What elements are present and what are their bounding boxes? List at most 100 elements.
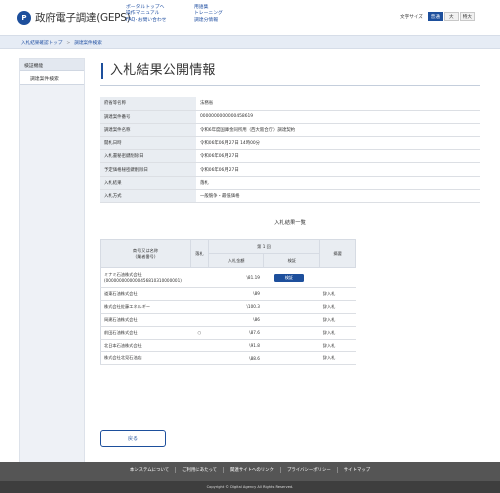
top-nav-col1: ポータルトップへ 操作マニュアル FAQ･お問い合わせ bbox=[126, 5, 166, 24]
info-value: 一般競争・最低価格 bbox=[196, 189, 480, 204]
nav-faq[interactable]: FAQ･お問い合わせ bbox=[126, 18, 166, 24]
result-company: 前田石油株式会社 bbox=[100, 326, 191, 340]
info-value: 令和06年06月27日 bbox=[196, 162, 480, 177]
info-row: 予定価格秘密鍵削除日 令和06年06月27日 bbox=[100, 162, 480, 177]
info-value: 令和06年06月27日 14時00分 bbox=[196, 136, 480, 151]
result-company-number: (0000000000000456810310000001) bbox=[104, 278, 182, 283]
result-won-mark bbox=[190, 339, 209, 353]
result-note bbox=[319, 267, 356, 288]
col-note-header: 摘要 bbox=[319, 239, 356, 268]
info-label: 入札書秘密鍵削除日 bbox=[100, 149, 196, 164]
info-row: 入札方式 一般競争・最低価格 bbox=[100, 189, 480, 204]
result-note: 辞入札 bbox=[319, 287, 356, 301]
result-company: 株式会社北見石油店 bbox=[100, 351, 191, 366]
info-label: 入札方式 bbox=[100, 189, 196, 204]
site-title: 政府電子調達(GEPS) bbox=[35, 12, 131, 24]
info-row: 調達案件名称 令和6年度国庫金同所用（西大阪合庁）調達契約 bbox=[100, 123, 480, 138]
col-amount-header: 入札金額 bbox=[207, 253, 265, 268]
result-row: 道東石油株式会社 \89 辞入札 bbox=[100, 287, 356, 301]
result-note: 辞入札 bbox=[319, 313, 356, 327]
info-label: 開札日時 bbox=[100, 136, 196, 151]
result-note: 辞入札 bbox=[319, 339, 356, 353]
font-size-xlarge-button[interactable]: 特大 bbox=[459, 12, 475, 21]
footer-link-sitemap[interactable]: サイトマップ bbox=[336, 467, 376, 473]
info-value: 落札 bbox=[196, 176, 480, 190]
breadcrumb-top-link[interactable]: 入札結果確認トップ bbox=[21, 40, 62, 46]
info-row: 開札日時 令和06年06月27日 14時00分 bbox=[100, 136, 480, 151]
result-won-mark: ○ bbox=[190, 326, 209, 340]
sidebar: 検証機能 調達案件検索 bbox=[19, 58, 85, 468]
footer-link-about[interactable]: 本システムについて bbox=[124, 467, 175, 473]
result-company-name: 道東石油株式会社 bbox=[104, 290, 138, 296]
result-amount: \87.6 bbox=[208, 326, 264, 340]
nav-training[interactable]: トレーニング bbox=[194, 11, 223, 17]
col-won-header: 落札 bbox=[189, 239, 209, 268]
result-verify-cell bbox=[263, 313, 320, 327]
info-row: 入札書秘密鍵削除日 令和06年06月27日 bbox=[100, 149, 480, 164]
breadcrumb-separator: > bbox=[66, 40, 71, 46]
site-header: P 政府電子調達(GEPS) ポータルトップへ 操作マニュアル FAQ･お問い合… bbox=[0, 0, 500, 35]
result-verify-cell bbox=[263, 300, 320, 314]
nav-procurement-info[interactable]: 調達分情報 bbox=[194, 18, 223, 24]
result-won-mark bbox=[190, 351, 209, 366]
result-company: 株式会社佐藤エネルギー bbox=[100, 300, 191, 314]
sidebar-heading: 検証機能 bbox=[20, 59, 84, 71]
result-company-name: 株式会社北見石油店 bbox=[104, 355, 142, 361]
result-row: 岡建石油株式会社 \86 辞入札 bbox=[100, 313, 356, 327]
result-won-mark bbox=[190, 313, 209, 327]
result-amount: \91.8 bbox=[208, 339, 264, 353]
verify-button[interactable]: 検証 bbox=[273, 273, 304, 282]
result-verify-cell bbox=[263, 326, 320, 340]
result-note: 辞入札 bbox=[319, 300, 356, 314]
result-company-name: 株式会社佐藤エネルギー bbox=[104, 303, 151, 309]
result-row: 株式会社佐藤エネルギー \100.3 辞入札 bbox=[100, 300, 356, 314]
site-logo[interactable]: P 政府電子調達(GEPS) bbox=[17, 10, 131, 25]
result-won-mark bbox=[190, 267, 209, 288]
info-label: 入札結果 bbox=[100, 176, 196, 190]
col-verify-header: 検証 bbox=[263, 253, 321, 268]
info-value: 令和06年06月27日 bbox=[196, 149, 480, 164]
result-row: ミナミ石油株式会社 (0000000000000456810310000001) \… bbox=[100, 267, 356, 288]
result-verify-cell bbox=[263, 351, 320, 366]
copyright: Copyright © Digital Agency All Rights Re… bbox=[0, 481, 500, 493]
sidebar-item-search[interactable]: 調達案件検索 bbox=[20, 71, 84, 85]
result-company-name: 北日本石油株式会社 bbox=[104, 342, 142, 348]
result-company: 道東石油株式会社 bbox=[100, 287, 191, 301]
title-divider bbox=[100, 85, 480, 86]
result-company: ミナミ石油株式会社 (0000000000000456810310000001) bbox=[100, 267, 191, 288]
col-company-header: 商号又は名称 (業者番号) bbox=[100, 239, 191, 268]
result-company-name: 岡建石油株式会社 bbox=[104, 316, 138, 322]
font-size-large-button[interactable]: 大 bbox=[443, 12, 459, 21]
result-verify-cell: 検証 bbox=[263, 267, 320, 288]
info-label: 予定価格秘密鍵削除日 bbox=[100, 162, 196, 177]
result-note: 辞入札 bbox=[319, 351, 356, 366]
breadcrumb: 入札結果確認トップ > 調達案件検索 bbox=[21, 40, 102, 47]
info-value: 令和6年度国庫金同所用（西大阪合庁）調達契約 bbox=[196, 123, 480, 138]
footer-links: 本システムについて ご利用にあたって 関連サイトへのリンク プライバシーポリシー… bbox=[0, 467, 500, 473]
geps-logo-icon: P bbox=[17, 10, 31, 25]
col-round-header: 第 1 回 bbox=[207, 239, 321, 254]
info-value: 0000000000000458619 bbox=[196, 110, 480, 124]
result-amount: \81.19 bbox=[208, 267, 264, 288]
result-amount: \88.6 bbox=[208, 351, 264, 366]
results-table: 商号又は名称 (業者番号) 落札 第 1 回 摘要 入札金額 検証 ミナミ石油株… bbox=[100, 239, 356, 366]
font-size-normal-button[interactable]: 普通 bbox=[427, 12, 443, 21]
info-table: 府省等名称 法務省 調達案件番号 0000000000000458619 調達案件名称令… bbox=[100, 97, 480, 204]
footer-link-privacy[interactable]: プライバシーポリシー bbox=[279, 467, 337, 473]
info-row: 調達案件番号 0000000000000458619 bbox=[100, 110, 480, 124]
result-won-mark bbox=[190, 287, 209, 301]
breadcrumb-search-link[interactable]: 調達案件検索 bbox=[74, 40, 102, 46]
footer-link-usage[interactable]: ご利用にあたって bbox=[175, 467, 223, 473]
result-row: 株式会社北見石油店 \88.6 辞入札 bbox=[100, 351, 356, 366]
info-label: 府省等名称 bbox=[100, 97, 196, 111]
font-size-switcher: 文字サイズ 普通 大 特大 bbox=[400, 12, 475, 21]
font-size-label: 文字サイズ bbox=[400, 14, 423, 20]
top-nav-col2: 用語集 トレーニング 調達分情報 bbox=[194, 5, 223, 24]
result-won-mark bbox=[190, 300, 209, 314]
footer-link-related[interactable]: 関連サイトへのリンク bbox=[223, 467, 280, 473]
result-note: 辞入札 bbox=[319, 326, 356, 340]
back-button[interactable]: 戻る bbox=[100, 430, 166, 447]
breadcrumb-bar: 入札結果確認トップ > 調達案件検索 bbox=[0, 35, 500, 49]
result-verify-cell bbox=[263, 287, 320, 301]
result-company-name: 前田石油株式会社 bbox=[104, 329, 138, 335]
